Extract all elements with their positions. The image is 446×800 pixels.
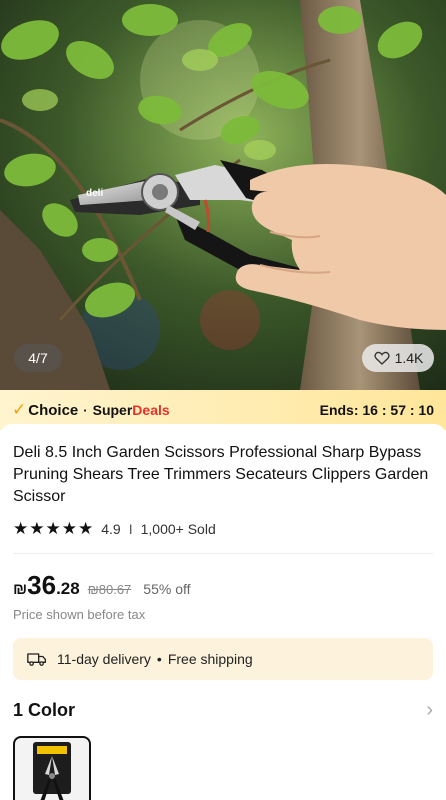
section-divider — [13, 553, 433, 554]
original-price: ₪80.67 — [87, 582, 132, 597]
countdown-timer: Ends: 16 : 57 : 10 — [319, 402, 434, 418]
favorite-count: 1.4K — [394, 350, 424, 366]
brand-mark: deli — [86, 188, 103, 199]
superdeals-super: Super — [92, 402, 133, 418]
star-icon: ★ — [61, 519, 77, 538]
rating-value: 4.9 — [101, 520, 121, 537]
star-icon: ★ — [29, 519, 45, 538]
check-icon: ✓ — [12, 400, 27, 419]
price-row: ₪ 36 .28 ₪80.67 55% off — [13, 570, 433, 601]
star-icon: ★ — [78, 519, 94, 538]
star-icon: ★ — [45, 519, 61, 538]
product-info-card: Deli 8.5 Inch Garden Scissors Profession… — [0, 424, 446, 800]
rating-stars: ★ ★ ★ ★ ★ — [13, 520, 93, 537]
free-shipping: Free shipping — [167, 651, 253, 667]
delivery-days: 11-day delivery — [57, 651, 151, 667]
price-currency: ₪ — [13, 581, 28, 598]
delivery-dot: • — [156, 651, 162, 667]
rating-divider: I — [128, 520, 133, 537]
sold-count: 1,000+ Sold — [140, 520, 216, 537]
image-counter: 4/7 — [14, 344, 62, 372]
superdeals-label: SuperDeals — [93, 402, 170, 418]
product-image-gallery[interactable]: deli 4/7 1.4K — [0, 0, 446, 390]
product-photo: deli — [0, 0, 446, 390]
price-whole: 36 — [27, 570, 57, 600]
color-count-label: 1 Color — [13, 699, 76, 720]
choice-badge: ✓ Choice — [12, 400, 78, 420]
swatch-thumbnail — [33, 742, 71, 800]
rating-row[interactable]: ★ ★ ★ ★ ★ 4.9 I 1,000+ Sold — [13, 520, 433, 537]
favorite-button[interactable]: 1.4K — [362, 344, 434, 372]
color-selector-row[interactable]: 1 Color › — [13, 698, 433, 722]
truck-icon — [27, 653, 46, 666]
product-title: Deli 8.5 Inch Garden Scissors Profession… — [13, 444, 429, 505]
price-cents: .28 — [56, 579, 80, 598]
price-note: Price shown before tax — [13, 607, 146, 622]
chevron-right-icon: › — [426, 698, 433, 721]
color-swatch[interactable] — [13, 736, 91, 800]
deals-separator: · — [83, 402, 88, 418]
heart-icon — [373, 351, 390, 365]
star-icon: ★ — [13, 519, 29, 538]
discount-label: 55% off — [143, 581, 191, 597]
delivery-banner[interactable]: 11-day delivery • Free shipping — [13, 638, 433, 680]
superdeals-deals: Deals — [132, 402, 170, 418]
choice-label: Choice — [28, 401, 79, 419]
